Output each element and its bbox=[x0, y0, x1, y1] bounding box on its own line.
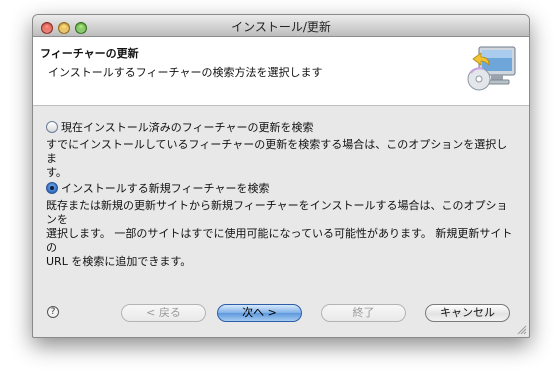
page-title: フィーチャーの更新 bbox=[40, 47, 139, 60]
option-search-updates: 現在インストール済みのフィーチャーの更新を検索 すでにインストールしているフィー… bbox=[46, 119, 519, 180]
cancel-button[interactable]: キャンセル bbox=[425, 304, 510, 322]
page-description: インストールするフィーチャーの検索方法を選択します bbox=[48, 66, 323, 79]
wizard-header: フィーチャーの更新 インストールするフィーチャーの検索方法を選択します bbox=[33, 37, 529, 106]
description-line: すでにインストールしているフィーチャーの更新を検索する場合は、このオプションを選… bbox=[46, 138, 508, 165]
search-new-features-radio[interactable] bbox=[46, 182, 58, 194]
option-search-updates-row[interactable]: 現在インストール済みのフィーチャーの更新を検索 bbox=[46, 119, 519, 135]
search-new-features-label[interactable]: インストールする新規フィーチャーを検索 bbox=[61, 180, 269, 196]
description-line: 既存または新規の更新サイトから新規フィーチャーをインストールする場合は、このオプ… bbox=[46, 199, 508, 226]
description-line: URL を検索に追加できます。 bbox=[46, 255, 192, 268]
resize-grip-icon[interactable] bbox=[516, 324, 527, 335]
window-title: インストール/更新 bbox=[231, 20, 331, 34]
search-updates-label[interactable]: 現在インストール済みのフィーチャーの更新を検索 bbox=[61, 119, 313, 135]
title-bar[interactable]: インストール/更新 bbox=[33, 15, 529, 37]
search-new-features-description: 既存または新規の更新サイトから新規フィーチャーをインストールする場合は、このオプ… bbox=[46, 199, 516, 269]
option-search-new-features-row[interactable]: インストールする新規フィーチャーを検索 bbox=[46, 180, 519, 196]
search-updates-radio[interactable] bbox=[46, 121, 58, 133]
option-search-new-features: インストールする新規フィーチャーを検索 既存または新規の更新サイトから新規フィー… bbox=[46, 180, 519, 269]
finish-button[interactable]: 終了 bbox=[321, 304, 406, 322]
description-line: す。 bbox=[46, 166, 67, 179]
install-wizard-icon bbox=[467, 46, 516, 91]
back-button[interactable]: < 戻る bbox=[121, 304, 206, 322]
search-updates-description: すでにインストールしているフィーチャーの更新を検索する場合は、このオプションを選… bbox=[46, 138, 516, 180]
description-line: 選択します。 一部のサイトはすでに使用可能になっている可能性があります。 新規更… bbox=[46, 227, 513, 254]
next-button[interactable]: 次へ > bbox=[217, 304, 302, 322]
help-button[interactable]: ? bbox=[47, 306, 59, 318]
install-update-dialog: インストール/更新 フィーチャーの更新 インストールするフィーチャーの検索方法を… bbox=[32, 14, 530, 338]
